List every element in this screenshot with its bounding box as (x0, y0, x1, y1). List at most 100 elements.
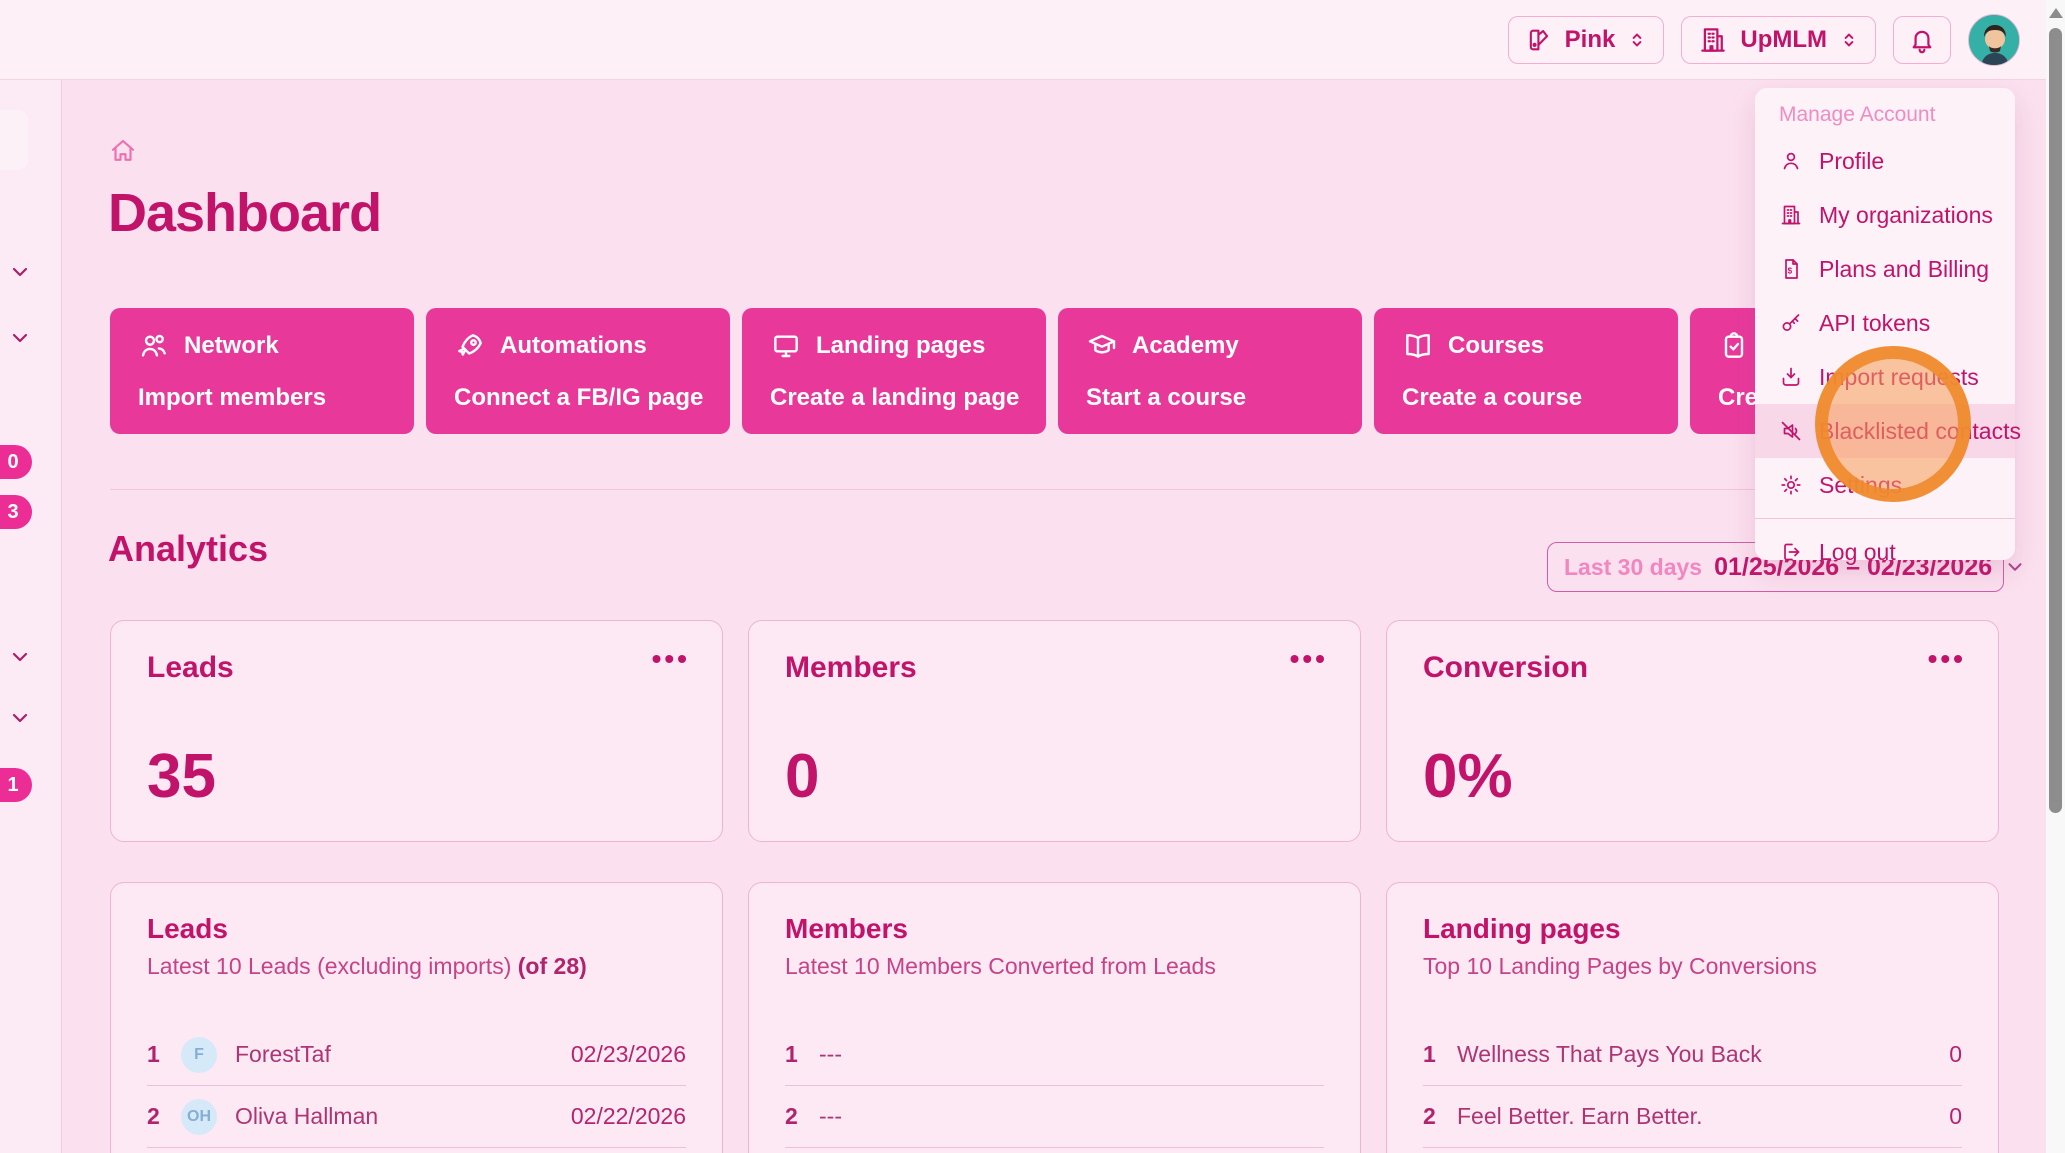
rocket-icon (454, 330, 486, 362)
quick-action-title: Automations (500, 332, 647, 360)
list-subtitle: Top 10 Landing Pages by Conversions (1423, 953, 1962, 980)
stat-title: Members (785, 651, 1324, 685)
row-conversions: 0 (1949, 1103, 1962, 1130)
lists-row: Leads Latest 10 Leads (excluding imports… (110, 882, 1999, 1153)
chevron-down-icon[interactable] (6, 260, 34, 284)
quick-actions-row: Network Import members Automations Conne… (110, 308, 1994, 434)
chevron-down-icon[interactable] (6, 645, 34, 669)
log-out-icon (1779, 540, 1803, 564)
analytics-heading: Analytics (108, 528, 268, 570)
quick-action-landing-pages[interactable]: Landing pages Create a landing page (742, 308, 1046, 434)
more-options-icon[interactable]: ••• (1290, 643, 1328, 675)
book-icon (1402, 330, 1434, 362)
list-item[interactable]: 2 --- (785, 1086, 1324, 1148)
quick-action-title: Academy (1132, 332, 1239, 360)
row-name: --- (819, 1041, 842, 1068)
stat-value: 0 (785, 741, 1324, 812)
list-item[interactable]: 2 Feel Better. Earn Better. 0 (1423, 1086, 1962, 1148)
people-icon (138, 330, 170, 362)
list-subtitle-text: Latest 10 Leads (excluding imports) (147, 953, 511, 979)
stat-card-leads: Leads ••• 35 (110, 620, 723, 842)
row-date: 02/23/2026 (571, 1041, 686, 1068)
row-name: Feel Better. Earn Better. (1457, 1103, 1702, 1130)
row-name: ForestTaf (235, 1041, 331, 1068)
members-list-card: Members Latest 10 Members Converted from… (748, 882, 1361, 1153)
list-item[interactable]: 2 OH Oliva Hallman 02/22/2026 (147, 1086, 686, 1148)
avatar: OH (181, 1099, 217, 1135)
menu-item-log-out[interactable]: Log out (1755, 525, 2015, 579)
list-title: Leads (147, 913, 686, 945)
list-subtitle-text: Latest 10 Members Converted from Leads (785, 953, 1216, 979)
quick-action-network[interactable]: Network Import members (110, 308, 414, 434)
main-content: Dashboard Network Import members (62, 80, 2046, 1153)
chevron-down-icon[interactable] (6, 706, 34, 730)
list-item[interactable]: 1 Wellness That Pays You Back 0 (1423, 1024, 1962, 1086)
quick-action-courses[interactable]: Courses Create a course (1374, 308, 1678, 434)
stats-row: Leads ••• 35 Members ••• 0 Conversion ••… (110, 620, 1999, 842)
billing-document-icon: $ (1779, 257, 1803, 281)
menu-item-api-tokens[interactable]: API tokens (1755, 296, 2015, 350)
sidebar-count-badge: 0 (0, 445, 32, 479)
chevron-sort-icon (1839, 28, 1859, 52)
row-date: 02/22/2026 (571, 1103, 686, 1130)
more-options-icon[interactable]: ••• (1928, 643, 1966, 675)
quick-action-automations[interactable]: Automations Connect a FB/IG page (426, 308, 730, 434)
row-conversions: 0 (1949, 1041, 1962, 1068)
palette-icon (1525, 26, 1553, 54)
sidebar-count-badge: 1 (0, 768, 32, 802)
chevron-down-icon[interactable] (6, 326, 34, 350)
chevron-sort-icon (1627, 28, 1647, 52)
page-title: Dashboard (108, 182, 381, 244)
avatar: F (181, 1037, 217, 1073)
quick-action-subtitle: Start a course (1086, 384, 1334, 412)
menu-item-settings[interactable]: Settings (1755, 458, 2015, 512)
stat-title: Conversion (1423, 651, 1962, 685)
quick-action-subtitle: Create a landing page (770, 384, 1018, 412)
menu-item-plans-and-billing[interactable]: $ Plans and Billing (1755, 242, 2015, 296)
list-subtitle-text: Top 10 Landing Pages by Conversions (1423, 953, 1817, 979)
monitor-icon (770, 330, 802, 362)
quick-action-academy[interactable]: Academy Start a course (1058, 308, 1362, 434)
scroll-up-arrow-icon[interactable] (2049, 8, 2063, 18)
list-title: Landing pages (1423, 913, 1962, 945)
sidebar-active-item[interactable] (0, 110, 28, 170)
notifications-button[interactable] (1893, 16, 1951, 64)
graduation-cap-icon (1086, 330, 1118, 362)
scrollbar-thumb[interactable] (2049, 28, 2062, 813)
quick-action-title: Network (184, 332, 279, 360)
list-subtitle-suffix: (of 28) (518, 953, 587, 979)
menu-item-label: Blacklisted contacts (1819, 418, 2021, 445)
list-item[interactable]: 1 F ForestTaf 02/23/2026 (147, 1024, 686, 1086)
clipboard-check-icon (1718, 330, 1750, 362)
row-rank: 2 (1423, 1103, 1439, 1130)
more-options-icon[interactable]: ••• (652, 643, 690, 675)
theme-label: Pink (1565, 26, 1616, 54)
leads-list-card: Leads Latest 10 Leads (excluding imports… (110, 882, 723, 1153)
quick-action-subtitle: Import members (138, 384, 386, 412)
list-title: Members (785, 913, 1324, 945)
organization-selector[interactable]: UpMLM (1681, 16, 1876, 64)
quick-action-subtitle: Connect a FB/IG page (454, 384, 702, 412)
home-icon[interactable] (108, 136, 138, 166)
menu-divider (1755, 518, 2015, 519)
menu-item-my-organizations[interactable]: My organizations (1755, 188, 2015, 242)
sidebar-count-badge: 3 (0, 495, 32, 529)
list-rows: 1 F ForestTaf 02/23/2026 2 OH Oliva Hall… (147, 1024, 686, 1148)
stat-value: 0% (1423, 741, 1962, 812)
account-menu: Manage Account Profile My organizations … (1755, 88, 2015, 560)
theme-selector[interactable]: Pink (1508, 16, 1665, 64)
menu-item-label: My organizations (1819, 202, 1993, 229)
menu-item-blacklisted-contacts[interactable]: Blacklisted contacts (1755, 404, 2015, 458)
building-icon (1698, 25, 1728, 55)
menu-item-label: Settings (1819, 472, 1902, 499)
section-divider (110, 489, 2010, 490)
import-icon (1779, 365, 1803, 389)
vertical-scrollbar[interactable] (2046, 0, 2065, 1153)
user-avatar[interactable] (1968, 14, 2020, 66)
menu-item-import-requests[interactable]: Import requests (1755, 350, 2015, 404)
menu-item-profile[interactable]: Profile (1755, 134, 2015, 188)
topbar: Pink UpMLM (0, 0, 2046, 80)
gear-icon (1779, 473, 1803, 497)
list-item[interactable]: 1 --- (785, 1024, 1324, 1086)
list-rows: 1 Wellness That Pays You Back 0 2 Feel B… (1423, 1024, 1962, 1148)
